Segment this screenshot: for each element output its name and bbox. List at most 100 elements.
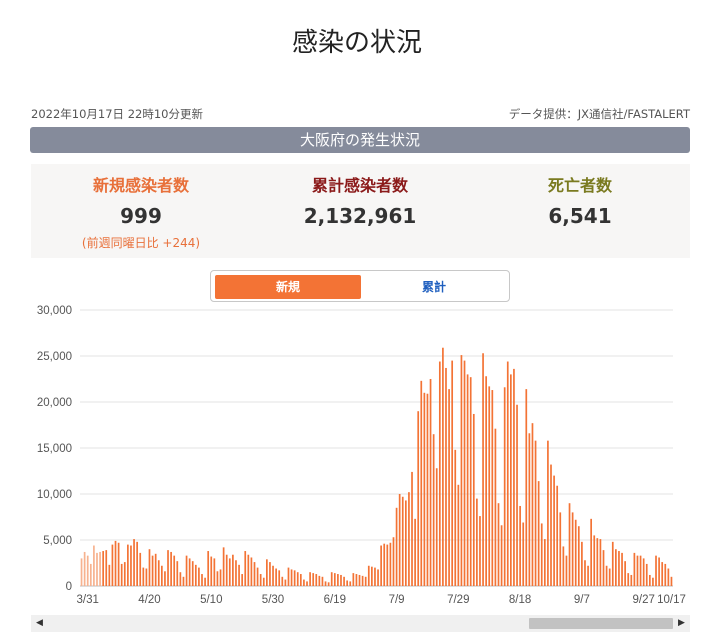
chart-bar <box>278 570 281 586</box>
chart-bar <box>83 551 86 586</box>
chart-bar <box>182 576 185 586</box>
chart-bar <box>435 468 438 586</box>
chart-bar <box>210 556 213 586</box>
chart-bar <box>528 433 531 586</box>
chart-bars <box>80 347 673 586</box>
scroll-right-arrow-icon[interactable]: ▶ <box>673 615 690 632</box>
chart-bar <box>93 545 95 586</box>
x-tick-label: 8/18 <box>509 594 531 606</box>
y-axis-ticks: 0 5,000 10,000 15,000 20,000 25,000 30,000 <box>37 305 72 593</box>
chart-bar <box>312 573 315 586</box>
y-tick-label: 10,000 <box>37 489 72 501</box>
chart-bar <box>655 555 657 586</box>
chart-bar <box>228 558 231 586</box>
chart-bar <box>349 581 352 586</box>
chart-bar <box>164 571 166 586</box>
chart-bar <box>232 554 234 586</box>
chart-bar <box>167 550 169 586</box>
chart-bar <box>485 376 487 586</box>
chart-bar <box>550 464 552 586</box>
chart-bar <box>602 550 605 586</box>
chart-bar <box>577 526 580 586</box>
chart-bar <box>299 574 302 586</box>
chart-bar <box>367 565 370 586</box>
x-tick-label: 10/17 <box>657 594 686 606</box>
chart-scrollbar[interactable]: ◀ ▶ <box>31 615 690 632</box>
chart-bar <box>136 541 138 586</box>
chart-bar <box>142 567 145 586</box>
chart-bar <box>429 379 432 586</box>
y-tick-label: 5,000 <box>43 535 72 547</box>
chart-bar <box>293 570 296 586</box>
chart-bar <box>108 564 111 586</box>
chart-bar <box>553 475 555 586</box>
chart-bar <box>306 581 308 586</box>
chart-bar <box>432 434 435 586</box>
chart-bar <box>114 540 117 586</box>
chart-bar <box>506 361 509 586</box>
chart-bar <box>99 551 101 586</box>
deaths-value: 6,541 <box>548 204 612 228</box>
tab-new-cases[interactable]: 新規 <box>215 275 361 299</box>
chart-bar <box>605 565 608 586</box>
chart-bar <box>321 576 324 586</box>
chart-bar <box>145 568 148 586</box>
chart-bar <box>457 484 460 586</box>
chart-bar <box>241 574 243 586</box>
x-tick-label: 7/9 <box>389 594 405 606</box>
chart-bar <box>426 393 429 586</box>
chart-mode-toggle: 新規 累計 <box>210 270 510 302</box>
chart-bar <box>627 573 630 586</box>
chart-bar <box>148 549 151 586</box>
chart-bar <box>383 543 386 586</box>
chart-bar <box>618 551 620 586</box>
y-tick-label: 30,000 <box>37 305 72 317</box>
chart-bar <box>346 580 349 586</box>
chart-bar <box>559 512 562 586</box>
chart-bar <box>250 557 253 586</box>
chart-bar <box>491 390 494 586</box>
chart-bar <box>448 389 450 586</box>
chart-bar <box>330 572 333 586</box>
chart-bar <box>648 574 651 586</box>
scroll-left-arrow-icon[interactable]: ◀ <box>31 615 48 632</box>
chart-bar <box>571 512 574 586</box>
chart-bar <box>89 563 92 586</box>
chart-bar <box>636 555 639 586</box>
chart-bar <box>358 574 361 586</box>
chart-bar <box>127 544 129 586</box>
chart-bar <box>157 560 160 586</box>
chart-bar <box>352 573 355 586</box>
tab-cumulative[interactable]: 累計 <box>361 275 507 299</box>
chart-bar <box>587 565 589 586</box>
chart-bar <box>590 518 592 586</box>
chart-bar <box>414 518 416 586</box>
chart-bar <box>454 449 457 586</box>
chart-bar <box>207 551 210 586</box>
chart-bar <box>525 389 528 586</box>
new-cases-weekly-change: (前週同曜日比 +244) <box>81 236 201 250</box>
scrollbar-thumb[interactable] <box>529 618 673 629</box>
chart-bar <box>262 577 265 586</box>
chart-bar <box>253 562 256 586</box>
chart-bar <box>488 386 491 586</box>
chart-bar <box>244 551 247 586</box>
chart-bar <box>117 542 120 586</box>
y-tick-label: 15,000 <box>37 443 72 455</box>
chart-bar <box>238 564 240 586</box>
chart-bar <box>497 503 500 586</box>
chart-bar <box>404 500 407 586</box>
chart-bar <box>599 539 602 586</box>
chart-bar <box>185 555 188 586</box>
daily-cases-chart: 0 5,000 10,000 15,000 20,000 25,000 30,000 3/3… <box>37 305 686 606</box>
chart-bar <box>281 576 284 586</box>
x-tick-label: 5/10 <box>200 594 222 606</box>
chart-bar <box>417 411 420 586</box>
chart-bar <box>377 569 379 586</box>
chart-bar <box>621 552 623 586</box>
chart-bar <box>213 558 216 586</box>
chart-bar <box>86 555 89 586</box>
chart-bar <box>284 579 287 586</box>
chart-bar <box>201 574 203 586</box>
chart-bar <box>96 552 98 586</box>
